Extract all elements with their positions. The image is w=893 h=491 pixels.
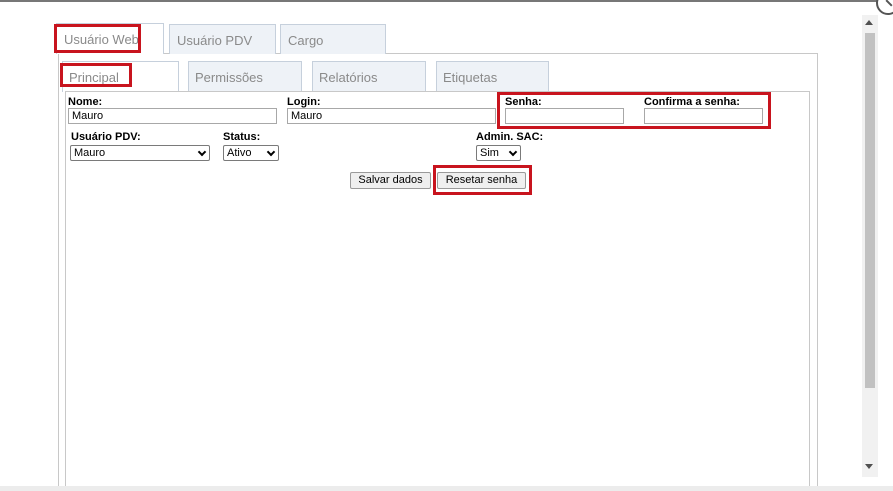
admin-sac-value: Sim <box>480 147 499 159</box>
scroll-down-icon[interactable] <box>865 464 873 469</box>
login-label: Login: <box>287 96 321 108</box>
top-edge <box>0 0 893 2</box>
usuario-pdv-value: Mauro <box>74 147 106 159</box>
tab-label: Usuário PDV <box>177 33 253 48</box>
tab-usuario-web[interactable]: Usuário Web <box>56 23 164 54</box>
subtab-label: Principal <box>69 70 119 85</box>
tab-cargo[interactable]: Cargo <box>280 24 386 54</box>
salvar-dados-button[interactable]: Salvar dados <box>350 172 431 189</box>
subtab-label: Permissões <box>195 70 263 85</box>
tab-usuario-pdv[interactable]: Usuário PDV <box>169 24 276 54</box>
subtab-etiquetas[interactable]: Etiquetas <box>436 61 549 91</box>
status-label: Status: <box>223 131 261 143</box>
senha-label: Senha: <box>505 96 542 108</box>
admin-sac-label: Admin. SAC: <box>476 131 544 143</box>
senha-input[interactable] <box>505 108 624 124</box>
close-icon[interactable] <box>876 0 893 15</box>
status-value: Ativo <box>227 147 252 159</box>
admin-sac-select[interactable]: Sim <box>476 145 521 161</box>
nome-label: Nome: <box>68 96 103 108</box>
resetar-senha-button[interactable]: Resetar senha <box>437 172 526 189</box>
nome-input[interactable] <box>68 108 277 124</box>
bottom-edge <box>0 486 893 491</box>
subtab-label: Relatórios <box>319 70 378 85</box>
subtab-relatorios[interactable]: Relatórios <box>312 61 426 91</box>
usuario-pdv-select[interactable]: Mauro <box>70 145 210 161</box>
tab-label: Cargo <box>288 33 324 48</box>
scrollbar-thumb[interactable] <box>865 33 875 388</box>
chevron-down-icon <box>508 147 518 157</box>
chevron-down-icon <box>197 147 207 157</box>
chevron-down-icon <box>266 147 276 157</box>
subtab-principal[interactable]: Principal <box>62 61 179 92</box>
usuario-pdv-label: Usuário PDV: <box>71 131 141 143</box>
confirma-senha-input[interactable] <box>644 108 763 124</box>
confirma-senha-label: Confirma a senha: <box>644 96 740 108</box>
login-input[interactable] <box>287 108 496 124</box>
scroll-up-icon[interactable] <box>865 20 873 25</box>
tab-label: Usuário Web <box>64 32 139 47</box>
status-select[interactable]: Ativo <box>223 145 279 161</box>
subtab-permissoes[interactable]: Permissões <box>188 61 302 91</box>
subtab-label: Etiquetas <box>443 70 498 85</box>
